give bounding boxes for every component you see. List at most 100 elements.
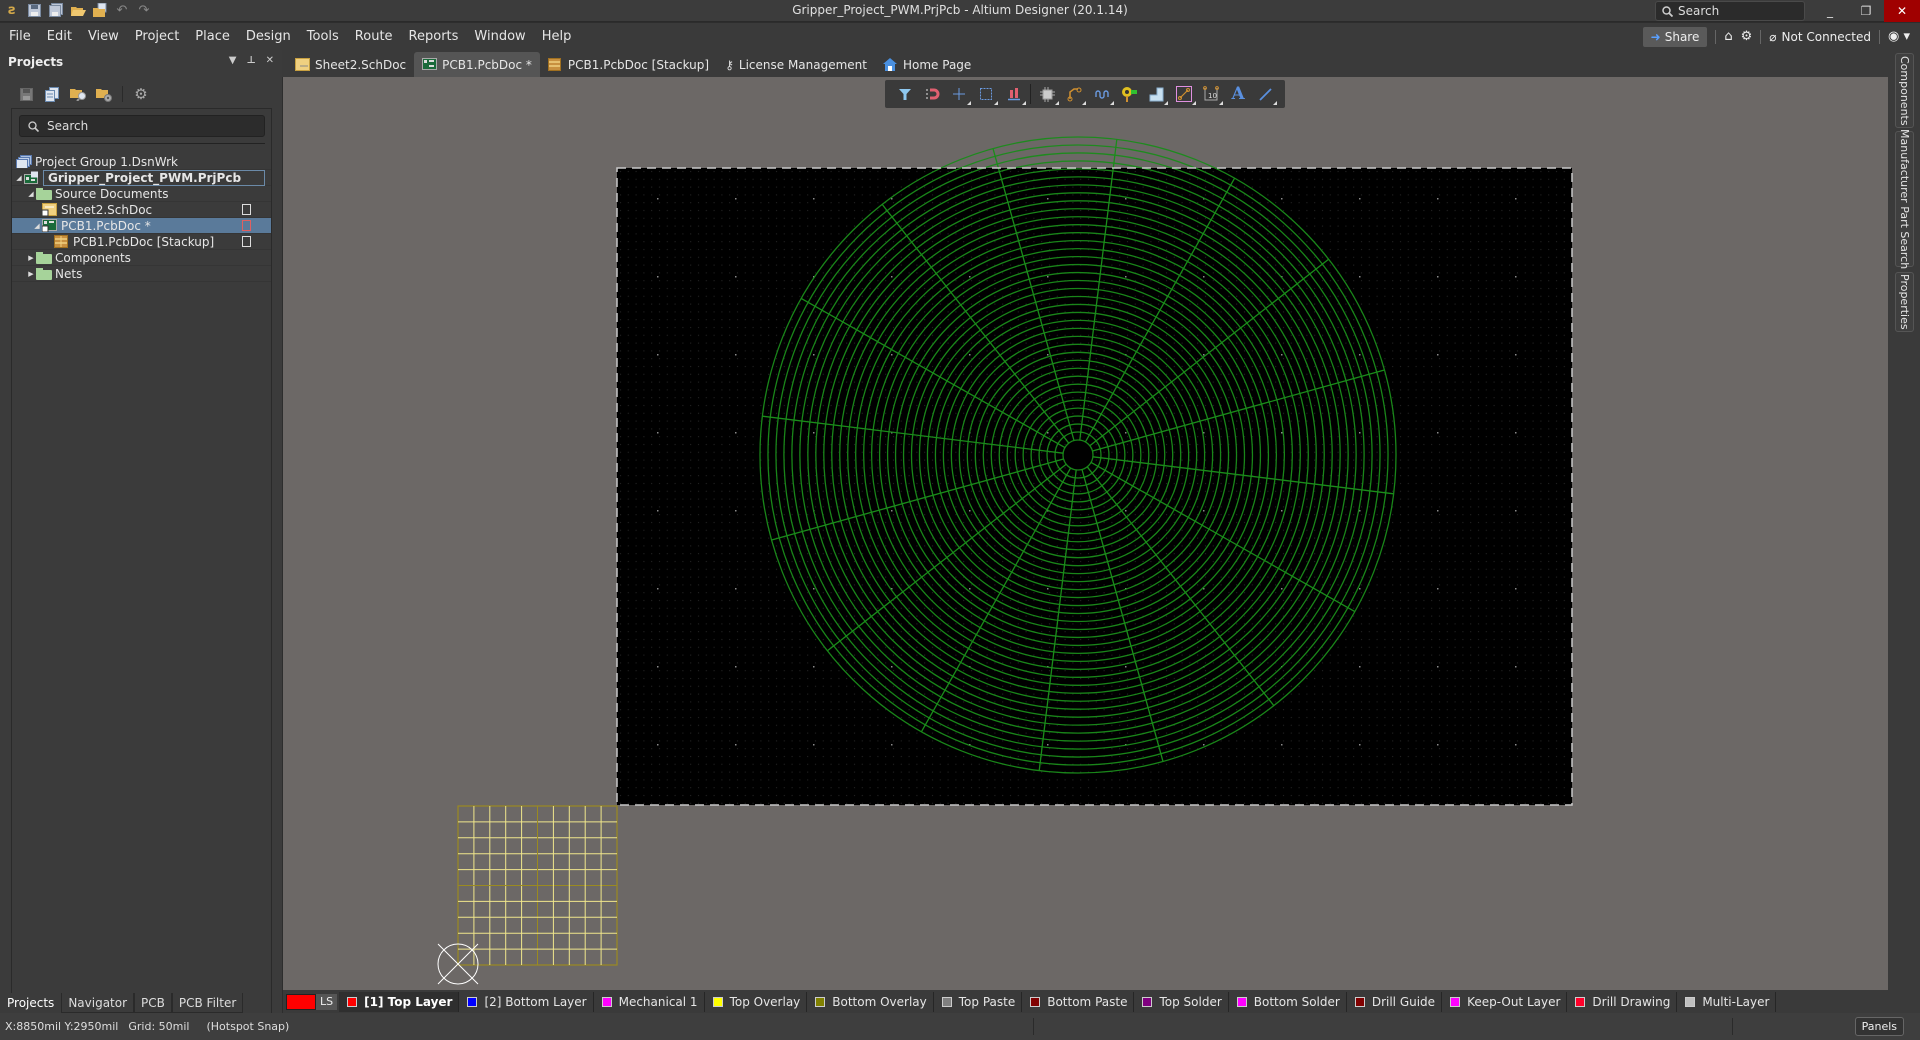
- panel-tab-components[interactable]: Components: [1895, 53, 1914, 128]
- expand-arrow-icon[interactable]: ▶: [26, 254, 36, 262]
- undo-icon[interactable]: ↶: [114, 2, 130, 18]
- menu-help[interactable]: Help: [533, 29, 579, 44]
- menu-reports[interactable]: Reports: [400, 29, 466, 44]
- snap-magnet-icon[interactable]: [921, 83, 943, 105]
- filter-icon[interactable]: [894, 83, 916, 105]
- pcb-drawing: [437, 136, 1573, 985]
- save-icon[interactable]: [26, 2, 42, 18]
- minimize-button[interactable]: _: [1812, 0, 1848, 22]
- pin-icon[interactable]: ⊥: [246, 55, 255, 66]
- layer-tab[interactable]: [1] Top Layer: [339, 991, 460, 1012]
- tree-item-pcb-project[interactable]: ◢ Gripper_Project_PWM.PrjPcb: [12, 169, 271, 186]
- panels-button[interactable]: Panels: [1854, 1017, 1904, 1036]
- collapse-arrow-icon[interactable]: ◢: [26, 190, 36, 198]
- layer-tab[interactable]: Mechanical 1: [594, 991, 705, 1012]
- restore-button[interactable]: ❐: [1848, 0, 1884, 22]
- diff-pair-route-icon[interactable]: [1091, 83, 1114, 105]
- doc-tab-pcb1[interactable]: PCB1.PcbDoc *: [414, 52, 540, 77]
- dimension-icon[interactable]: 10: [1200, 83, 1223, 105]
- panel-tab-manufacturer-part-search[interactable]: Manufacturer Part Search: [1895, 128, 1914, 270]
- expand-arrow-icon[interactable]: ▶: [26, 270, 36, 278]
- tree-item-pcb1-pcbdoc[interactable]: ◢ PCB1.PcbDoc *: [12, 218, 271, 234]
- place-component-icon[interactable]: [1036, 83, 1060, 105]
- panel-close-icon[interactable]: ✕: [266, 55, 274, 66]
- menu-file[interactable]: File: [0, 29, 38, 44]
- layer-tab[interactable]: [2] Bottom Layer: [459, 991, 594, 1012]
- save-all-icon[interactable]: [48, 2, 64, 18]
- layer-tab[interactable]: Top Solder: [1134, 991, 1229, 1012]
- place-line-icon[interactable]: [1254, 83, 1278, 105]
- pcb-editor-canvas[interactable]: [283, 77, 1888, 990]
- menu-place[interactable]: Place: [186, 29, 237, 44]
- current-layer-color-swatch[interactable]: [286, 993, 316, 1010]
- crosshair-icon[interactable]: [948, 83, 972, 105]
- user-account-icon[interactable]: ◉ ▾: [1888, 29, 1910, 44]
- project-documents-icon[interactable]: [44, 86, 60, 102]
- doc-tab-home-page[interactable]: Home Page: [875, 52, 979, 77]
- layer-tab[interactable]: Drill Guide: [1347, 991, 1443, 1012]
- select-area-icon[interactable]: [975, 83, 999, 105]
- menu-edit[interactable]: Edit: [38, 29, 79, 44]
- layer-tab[interactable]: Drill Drawing: [1567, 991, 1678, 1012]
- doc-tab-license-management[interactable]: ⚷ License Management: [717, 52, 875, 77]
- tab-pcb[interactable]: PCB: [134, 993, 172, 1013]
- layer-tab[interactable]: Bottom Overlay: [807, 991, 934, 1012]
- connection-status[interactable]: ⌀ Not Connected: [1769, 30, 1871, 44]
- close-button[interactable]: ✕: [1884, 0, 1920, 22]
- redo-icon[interactable]: ↷: [136, 2, 152, 18]
- collapse-arrow-icon[interactable]: ◢: [32, 222, 42, 230]
- tree-item-sheet2-schdoc[interactable]: Sheet2.SchDoc: [12, 202, 271, 218]
- align-icon[interactable]: [1003, 83, 1026, 105]
- menu-route[interactable]: Route: [346, 29, 400, 44]
- folder-settings-icon[interactable]: [96, 86, 112, 102]
- place-via-icon[interactable]: [1118, 83, 1140, 105]
- panel-tab-properties[interactable]: Properties: [1895, 272, 1914, 332]
- panel-menu-icon[interactable]: ▼: [229, 55, 237, 66]
- place-text-icon[interactable]: A: [1227, 83, 1249, 105]
- open-folder-icon[interactable]: [70, 2, 86, 18]
- panel-tab-label: Manufacturer Part Search: [1898, 128, 1911, 270]
- interactive-route-icon[interactable]: [1063, 83, 1087, 105]
- explore-folder-icon[interactable]: [70, 86, 86, 102]
- tree-item-components[interactable]: ▶ Components: [12, 250, 271, 266]
- layer-color-swatch: [1142, 996, 1153, 1007]
- layer-color-swatch: [1575, 996, 1586, 1007]
- menu-window[interactable]: Window: [465, 29, 532, 44]
- save-project-icon[interactable]: [18, 86, 34, 102]
- share-button[interactable]: ➜ Share: [1642, 26, 1708, 47]
- tab-pcb-filter[interactable]: PCB Filter: [171, 993, 244, 1013]
- layer-tab[interactable]: Keep-Out Layer: [1442, 991, 1568, 1012]
- polygon-pour-icon[interactable]: [1145, 83, 1169, 105]
- tree-item-label: Sheet2.SchDoc: [61, 202, 153, 217]
- tree-item-pcb1-stackup[interactable]: PCB1.PcbDoc [Stackup]: [12, 234, 271, 250]
- collapse-arrow-icon[interactable]: ◢: [14, 174, 24, 182]
- settings-gear-icon[interactable]: ⚙: [133, 85, 149, 103]
- layer-tab[interactable]: Top Paste: [934, 991, 1023, 1012]
- layer-tab[interactable]: Multi-Layer: [1677, 991, 1777, 1012]
- tab-projects[interactable]: Projects: [0, 993, 62, 1013]
- layer-tab[interactable]: Top Overlay: [705, 991, 808, 1012]
- menu-view[interactable]: View: [79, 29, 126, 44]
- divider: [19, 143, 265, 144]
- coil-center-hole: [1064, 441, 1092, 469]
- tree-item-nets[interactable]: ▶ Nets: [12, 266, 271, 282]
- gear-icon[interactable]: ⚙: [1741, 29, 1753, 44]
- menu-tools[interactable]: Tools: [298, 29, 346, 44]
- layer-tab[interactable]: Bottom Paste: [1022, 991, 1135, 1012]
- tree-item-source-documents[interactable]: ◢ Source Documents: [12, 186, 271, 202]
- place-track-icon[interactable]: [1173, 83, 1196, 105]
- menu-project[interactable]: Project: [126, 29, 186, 44]
- projects-search-input[interactable]: Search: [19, 115, 265, 137]
- tree-item-project-group[interactable]: Project Group 1.DsnWrk: [12, 154, 271, 170]
- layer-set-button[interactable]: LS: [316, 993, 338, 1010]
- global-search-input[interactable]: Search: [1655, 1, 1805, 21]
- window-title: Gripper_Project_PWM.PrjPcb - Altium Desi…: [792, 3, 1128, 17]
- tab-navigator[interactable]: Navigator: [61, 993, 135, 1013]
- doc-tab-pcb1-stackup[interactable]: PCB1.PcbDoc [Stackup]: [540, 52, 717, 77]
- layer-tab[interactable]: Bottom Solder: [1229, 991, 1347, 1012]
- doc-tab-sheet2[interactable]: Sheet2.SchDoc: [287, 52, 414, 77]
- open-document-icon[interactable]: [92, 2, 108, 18]
- home-icon[interactable]: ⌂: [1724, 29, 1732, 44]
- layer-tab-label: Top Solder: [1159, 994, 1222, 1009]
- menu-design[interactable]: Design: [237, 29, 298, 44]
